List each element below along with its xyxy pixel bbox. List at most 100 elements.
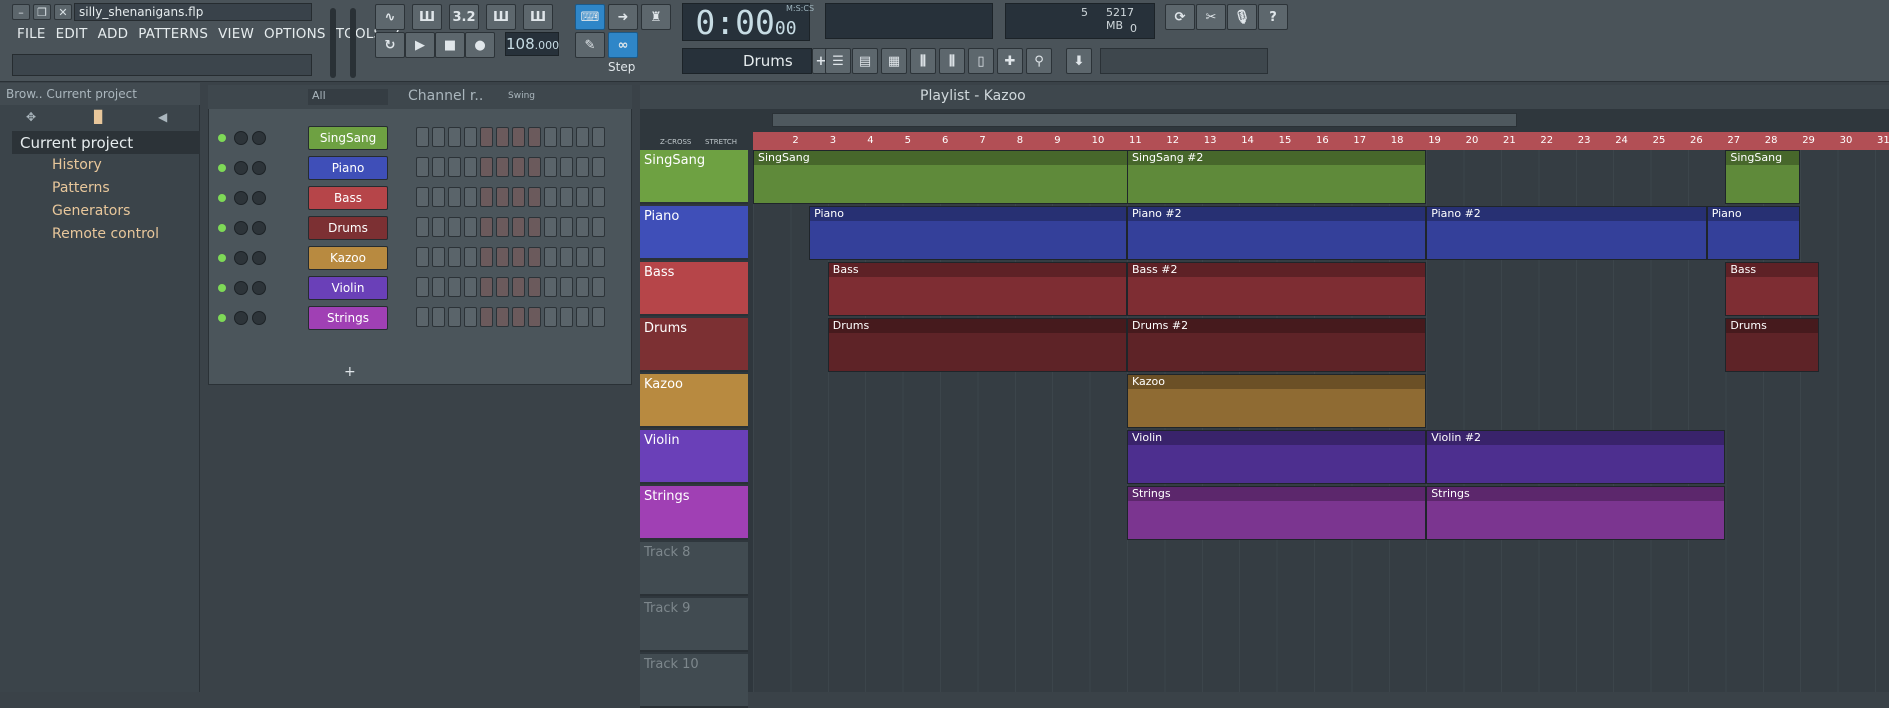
- track-header[interactable]: Strings: [640, 486, 748, 540]
- arrow-icon[interactable]: ➜: [608, 4, 638, 30]
- menu-patterns[interactable]: PATTERNS: [133, 26, 213, 46]
- step-button[interactable]: [576, 127, 589, 147]
- pattern-selector[interactable]: Drums: [682, 48, 812, 74]
- channel-button[interactable]: SingSang: [308, 126, 388, 150]
- help-icon[interactable]: ?: [1258, 4, 1288, 30]
- step-button[interactable]: [512, 187, 525, 207]
- channel-knob[interactable]: [252, 161, 266, 175]
- step-button[interactable]: [560, 217, 573, 237]
- channel-knob[interactable]: [252, 191, 266, 205]
- bar-ruler[interactable]: 2 3 4 5 6 7 8 9 10 11 12 13 14 15 16 17 18 19 20 21 22 23 24 25…: [753, 132, 1889, 150]
- arrangement-grid[interactable]: SingSang SingSang #2 SingSang Piano Piano #2…: [753, 150, 1889, 692]
- channel-filter[interactable]: All: [308, 89, 388, 105]
- pattern-clip[interactable]: Violin #2: [1426, 430, 1726, 484]
- step-button[interactable]: [480, 157, 493, 177]
- step-button[interactable]: [448, 307, 461, 327]
- step-button[interactable]: [560, 307, 573, 327]
- pattern-clip[interactable]: Strings: [1426, 486, 1726, 540]
- step-button[interactable]: [544, 127, 557, 147]
- menu-view[interactable]: VIEW: [213, 26, 259, 46]
- stretch-label[interactable]: STRETCH: [705, 138, 737, 146]
- step-button[interactable]: [432, 247, 445, 267]
- channel-mute-led[interactable]: [218, 164, 226, 172]
- channel-mute-led[interactable]: [218, 134, 226, 142]
- step-button[interactable]: [496, 307, 509, 327]
- step-button[interactable]: [544, 247, 557, 267]
- step-button[interactable]: [544, 307, 557, 327]
- step-button[interactable]: [448, 247, 461, 267]
- pattern-clip[interactable]: Bass: [827, 262, 1127, 316]
- step-button[interactable]: [416, 277, 429, 297]
- step-button[interactable]: [592, 307, 605, 327]
- hat-icon[interactable]: ♜: [641, 4, 671, 30]
- step-button[interactable]: [480, 277, 493, 297]
- channel-knob[interactable]: [234, 131, 248, 145]
- step-button[interactable]: [592, 247, 605, 267]
- tree-generators[interactable]: Generators: [12, 200, 200, 223]
- close-button[interactable]: ✕: [54, 4, 72, 20]
- step-button[interactable]: [592, 277, 605, 297]
- channel-knob[interactable]: [234, 191, 248, 205]
- step-button[interactable]: [416, 157, 429, 177]
- step-button[interactable]: [416, 187, 429, 207]
- step-button[interactable]: [464, 187, 477, 207]
- step-button[interactable]: [416, 217, 429, 237]
- channel-mute-led[interactable]: [218, 284, 226, 292]
- step-button[interactable]: [544, 277, 557, 297]
- step-button[interactable]: [480, 127, 493, 147]
- mixer2-icon[interactable]: ⫼: [939, 48, 965, 74]
- file-icon[interactable]: ▯: [968, 48, 994, 74]
- channel-knob[interactable]: [234, 161, 248, 175]
- step-button[interactable]: [528, 217, 541, 237]
- wait-input-icon[interactable]: Ш: [412, 4, 442, 30]
- step-button[interactable]: [432, 277, 445, 297]
- step-button[interactable]: [432, 187, 445, 207]
- step-button[interactable]: [592, 217, 605, 237]
- track-header[interactable]: Violin: [640, 430, 748, 484]
- step-button[interactable]: [528, 127, 541, 147]
- channel-knob[interactable]: [252, 221, 266, 235]
- step-button[interactable]: [448, 127, 461, 147]
- step-button[interactable]: [464, 217, 477, 237]
- speaker-icon[interactable]: ◀: [158, 110, 167, 124]
- step-button[interactable]: [448, 217, 461, 237]
- step-button[interactable]: [576, 307, 589, 327]
- tree-patterns[interactable]: Patterns: [12, 177, 200, 200]
- refresh-icon[interactable]: ⟳: [1165, 4, 1195, 30]
- countdown-icon[interactable]: 3.2: [449, 4, 479, 30]
- channel-button[interactable]: Kazoo: [308, 246, 388, 270]
- channel-button[interactable]: Strings: [308, 306, 388, 330]
- add-channel-button[interactable]: +: [344, 364, 356, 380]
- step-button[interactable]: [592, 187, 605, 207]
- step-button[interactable]: [560, 127, 573, 147]
- step-button[interactable]: [544, 157, 557, 177]
- menu-edit[interactable]: EDIT: [51, 26, 93, 46]
- step-button[interactable]: [576, 217, 589, 237]
- channel-knob[interactable]: [252, 131, 266, 145]
- step-button[interactable]: [512, 127, 525, 147]
- step-button[interactable]: [576, 277, 589, 297]
- step-button[interactable]: [432, 217, 445, 237]
- step-button[interactable]: [464, 307, 477, 327]
- snap-link-icon[interactable]: ∞: [608, 32, 638, 58]
- news-panel[interactable]: [1100, 48, 1268, 74]
- step-button[interactable]: [560, 277, 573, 297]
- track-header[interactable]: Bass: [640, 262, 748, 316]
- step-button[interactable]: [464, 247, 477, 267]
- mixer-icon[interactable]: ⫼: [910, 48, 936, 74]
- track-header[interactable]: Track 9: [640, 598, 748, 652]
- track-header[interactable]: Drums: [640, 318, 748, 372]
- snap-mode-label[interactable]: Step: [608, 60, 635, 74]
- microphone-icon[interactable]: 🎙: [1227, 4, 1257, 30]
- channel-knob[interactable]: [234, 251, 248, 265]
- step-button[interactable]: [528, 277, 541, 297]
- stop-button[interactable]: ■: [435, 32, 465, 58]
- horizontal-scrollbar[interactable]: [772, 113, 1517, 127]
- step-edit-icon[interactable]: Ш: [486, 4, 516, 30]
- step-button[interactable]: [512, 247, 525, 267]
- channel-button[interactable]: Piano: [308, 156, 388, 180]
- folder-icon[interactable]: ▉: [94, 110, 103, 124]
- channel-button[interactable]: Bass: [308, 186, 388, 210]
- step-button[interactable]: [544, 187, 557, 207]
- step-button[interactable]: [512, 277, 525, 297]
